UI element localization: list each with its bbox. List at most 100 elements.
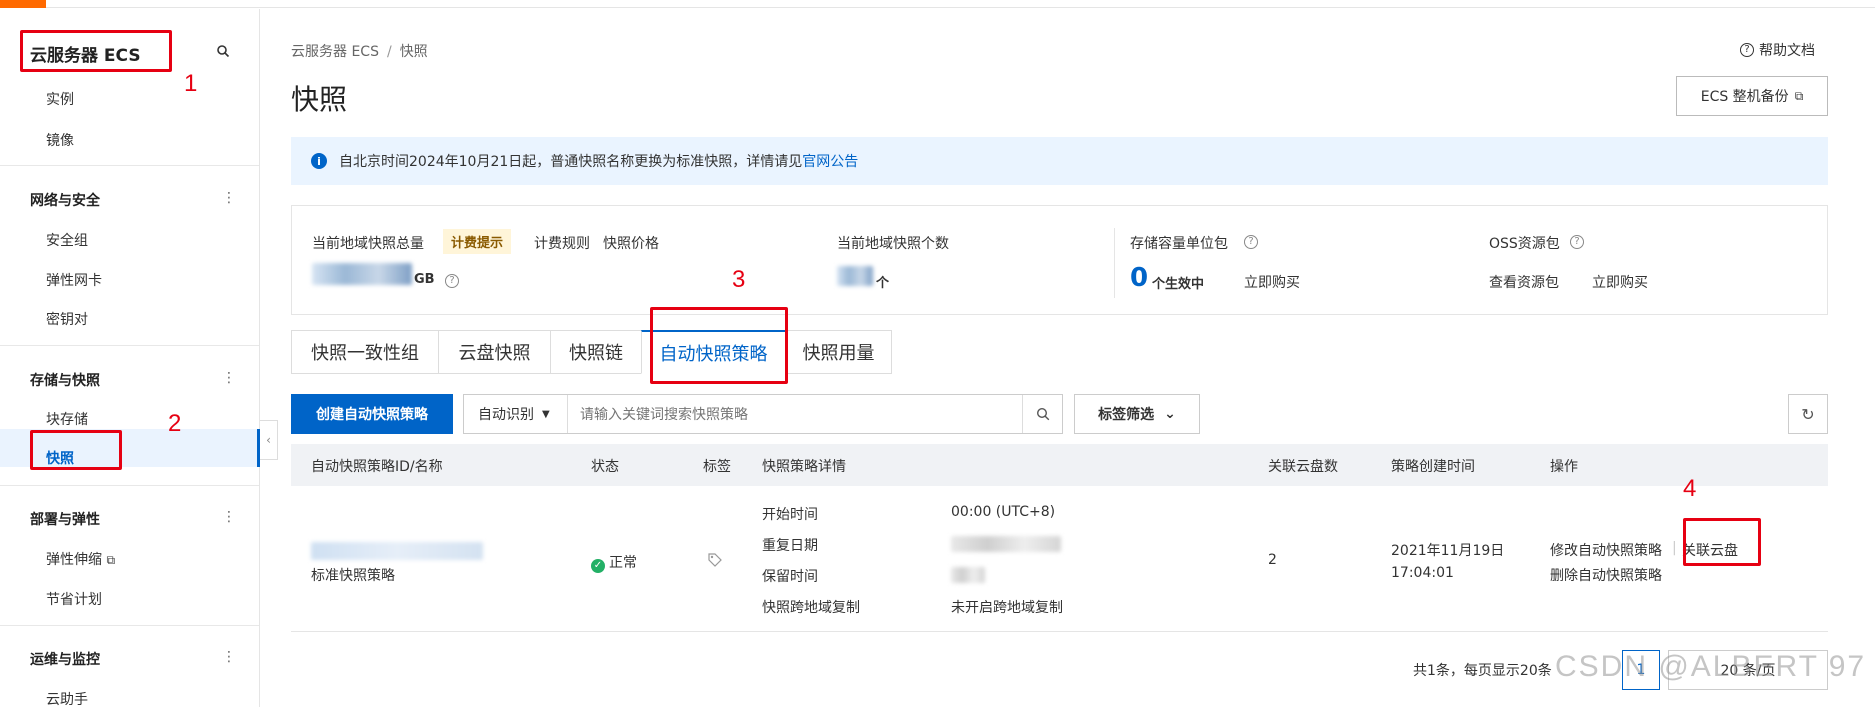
sidebar: 云服务器 ECS 实例 镜像 网络与安全 ⋮ 安全组 弹性网卡 密钥对 存储与快… [0, 9, 260, 709]
check-circle-icon: ✓ [591, 558, 605, 573]
col-disk-count: 关联云盘数 [1268, 459, 1338, 475]
search-icon [1036, 407, 1049, 421]
chevron-left-icon: ‹ [266, 433, 271, 447]
detail-cross-region: 未开启跨地域复制 [951, 600, 1063, 616]
question-icon[interactable]: ? [1244, 235, 1258, 249]
action-separator: | [1672, 540, 1677, 556]
col-status: 状态 [591, 459, 619, 475]
sidebar-item-eni[interactable]: 弹性网卡 [46, 270, 102, 290]
breadcrumb: 云服务器 ECS / 快照 [291, 41, 428, 61]
more-icon[interactable]: ⋮ [222, 510, 236, 524]
notice-link[interactable]: 官网公告 [802, 151, 858, 171]
more-icon[interactable]: ⋮ [222, 371, 236, 385]
detail-label-start: 开始时间 [762, 507, 818, 523]
tab-consistency-group[interactable]: 快照一致性组 [291, 330, 438, 374]
search-mode-select[interactable]: 自动识别 ▼ [464, 395, 568, 433]
storage-pack-count: 0 [1130, 263, 1149, 293]
delete-policy-link[interactable]: 删除自动快照策略 [1550, 565, 1662, 585]
annotation-box-3 [650, 307, 788, 384]
annotation-box-4 [1683, 518, 1761, 566]
col-details: 快照策略详情 [762, 459, 846, 475]
sidebar-group-storage[interactable]: 存储与快照 [30, 370, 100, 390]
search-icon[interactable] [216, 44, 230, 58]
created-time: 17:04:01 [1391, 565, 1454, 581]
watermark: CSDN @ALBERT 97 [1555, 650, 1867, 683]
annotation-number-1: 1 [184, 70, 198, 97]
sidebar-divider [0, 485, 259, 486]
more-icon[interactable]: ⋮ [222, 191, 236, 205]
created-date: 2021年11月19日 [1391, 543, 1505, 559]
disk-count-link[interactable]: 2 [1268, 552, 1277, 568]
status-badge: ✓ 正常 [591, 552, 637, 573]
question-icon[interactable]: ? [445, 274, 459, 288]
create-policy-button[interactable]: 创建自动快照策略 [291, 394, 453, 434]
help-docs-link[interactable]: ? 帮助文档 [1740, 40, 1815, 60]
annotation-box-2 [30, 430, 122, 470]
status-text: 正常 [609, 555, 637, 571]
sidebar-item-keypair[interactable]: 密钥对 [46, 309, 88, 329]
annotation-number-3: 3 [732, 266, 746, 293]
notice-text: 自北京时间2024年10月21日起，普通快照名称更换为标准快照，详情请见 [339, 154, 803, 170]
breadcrumb-root[interactable]: 云服务器 ECS [291, 44, 379, 60]
tab-snapshot-chain[interactable]: 快照链 [550, 330, 641, 374]
sidebar-group-deploy[interactable]: 部署与弹性 [30, 509, 100, 529]
sidebar-item-instances[interactable]: 实例 [46, 89, 74, 109]
oss-buy-link[interactable]: 立即购买 [1592, 272, 1648, 292]
search-mode-label: 自动识别 [478, 407, 534, 423]
sidebar-group-network[interactable]: 网络与安全 [30, 190, 100, 210]
ecs-backup-button[interactable]: ECS 整机备份 ⧉ [1676, 76, 1828, 116]
storage-pack-label: 存储容量单位包 [1130, 236, 1228, 252]
tag-icon[interactable] [707, 552, 723, 568]
oss-pack-label: OSS资源包 [1489, 236, 1560, 252]
sidebar-item-savings-plan[interactable]: 节省计划 [46, 589, 102, 609]
page-title: 快照 [291, 83, 348, 116]
sidebar-item-cloud-assistant[interactable]: 云助手 [46, 689, 88, 709]
question-icon[interactable]: ? [1570, 235, 1584, 249]
billing-tip-badge[interactable]: 计费提示 [443, 229, 512, 254]
redacted-repeat-days [951, 536, 1061, 552]
sidebar-item-label: 弹性伸缩 [46, 552, 102, 568]
ecs-backup-label: ECS 整机备份 [1700, 89, 1789, 105]
refresh-button[interactable]: ↻ [1788, 394, 1828, 434]
sidebar-divider [0, 165, 259, 166]
tag-filter-label: 标签筛选 [1098, 407, 1155, 423]
sidebar-collapse-button[interactable]: ‹ [260, 420, 278, 460]
col-actions: 操作 [1550, 459, 1578, 475]
snapshot-tabs: 快照一致性组 云盘快照 快照链 自动快照策略 快照用量 [291, 330, 892, 374]
detail-label-retention: 保留时间 [762, 569, 818, 585]
tab-disk-snapshots[interactable]: 云盘快照 [438, 330, 550, 374]
sidebar-item-autoscaling[interactable]: 弹性伸缩 ⧉ [46, 549, 115, 569]
tag-filter-button[interactable]: 标签筛选 ⌄ [1074, 394, 1200, 434]
detail-label-cross-region: 快照跨地域复制 [762, 600, 860, 616]
search-button[interactable] [1022, 395, 1062, 433]
detail-label-repeat: 重复日期 [762, 538, 818, 554]
col-created: 策略创建时间 [1391, 459, 1475, 475]
sidebar-divider [0, 345, 259, 346]
oss-view-link[interactable]: 查看资源包 [1489, 272, 1559, 292]
snapshot-stats-panel: 当前地域快照总量 计费提示 计费规则 快照价格 GB ? 当前地域快照个数 个 … [291, 205, 1828, 315]
search-input[interactable] [568, 395, 1022, 433]
table-header: 自动快照策略ID/名称 状态 标签 快照策略详情 关联云盘数 策略创建时间 操作 [291, 444, 1828, 486]
sidebar-item-security-group[interactable]: 安全组 [46, 230, 88, 250]
sidebar-item-images[interactable]: 镜像 [46, 130, 74, 150]
snapshot-price-link[interactable]: 快照价格 [603, 233, 659, 253]
annotation-number-4: 4 [1683, 475, 1697, 502]
sidebar-group-ops[interactable]: 运维与监控 [30, 649, 100, 669]
chevron-down-icon: ⌄ [1164, 406, 1176, 422]
annotation-number-2: 2 [168, 410, 182, 437]
caret-down-icon: ▼ [542, 408, 550, 420]
more-icon[interactable]: ⋮ [222, 650, 236, 664]
storage-buy-link[interactable]: 立即购买 [1244, 272, 1300, 292]
total-size-label: 当前地域快照总量 [312, 236, 424, 252]
external-link-icon: ⧉ [106, 553, 116, 567]
policy-search: 自动识别 ▼ [463, 394, 1063, 434]
sidebar-item-block-storage[interactable]: 块存储 [46, 409, 88, 429]
snapshot-count-unit: 个 [876, 276, 890, 291]
redacted-retention [951, 567, 985, 583]
brand-logo-strip [0, 0, 46, 8]
annotation-box-1 [20, 30, 172, 72]
billing-rules-link[interactable]: 计费规则 [534, 233, 590, 253]
col-tags: 标签 [703, 459, 731, 475]
modify-policy-link[interactable]: 修改自动快照策略 [1550, 540, 1662, 560]
tab-snapshot-usage[interactable]: 快照用量 [785, 330, 892, 374]
